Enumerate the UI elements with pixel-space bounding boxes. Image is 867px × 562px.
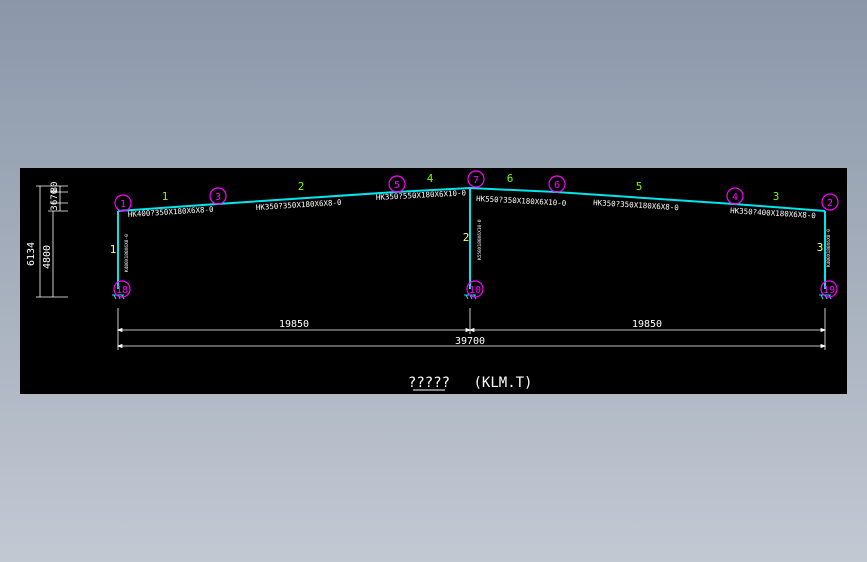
dim-span-right: 19850 <box>632 319 662 330</box>
column-section-label: K400X180X6X8-0 <box>826 229 832 267</box>
node-label: 2 <box>827 198 833 209</box>
member-number: 2 <box>298 180 305 193</box>
column-section-label: K400X180X6X8-0 <box>124 234 130 272</box>
dim-span-total: 39700 <box>455 336 485 347</box>
node-label: 3 <box>215 192 221 203</box>
member-number: 4 <box>427 172 434 185</box>
dim-span-left: 19850 <box>279 319 309 330</box>
frame-members <box>117 187 826 289</box>
section-label: HK350?550X180X6X10-0 <box>376 188 467 202</box>
node-label: 18 <box>116 285 128 296</box>
column-number: 2 <box>463 231 470 244</box>
dim-height-rise-3: 80 <box>50 182 60 193</box>
section-label: HK400?350X180X6X8-0 <box>128 205 215 219</box>
drawing-title: ????? <box>408 375 450 391</box>
member-number: 5 <box>636 180 643 193</box>
node-label: 4 <box>732 192 738 203</box>
dim-height-eave: 4800 <box>42 245 53 269</box>
member-number: 3 <box>773 190 780 203</box>
node-circles <box>113 170 839 298</box>
node-label: 5 <box>394 180 400 191</box>
member-number: 1 <box>162 190 169 203</box>
drawing-subtitle: (KLM.T) <box>473 375 532 391</box>
node-label: 6 <box>554 180 560 191</box>
portal-frame-drawing: 6134 4800 3 6 7 6 80 1 3 5 7 6 4 2 18 10 1… <box>26 170 839 391</box>
dim-height-total: 6134 <box>26 242 37 266</box>
section-labels: HK400?350X180X6X8-0 HK350?350X180X6X8-0 … <box>128 188 817 220</box>
node-label: 10 <box>469 285 481 296</box>
member-number: 6 <box>507 172 514 185</box>
node-label: 19 <box>823 285 835 296</box>
section-label: HK350?400X180X6X8-0 <box>730 206 817 220</box>
column-number: 1 <box>110 243 117 256</box>
column-section-label: K550X180X6X10-0 <box>477 219 483 260</box>
column-number: 3 <box>817 241 824 254</box>
section-label: HK550?350X180X6X10-0 <box>476 194 567 208</box>
column-section-labels: K400X180X6X8-0 K550X180X6X10-0 K400X180X… <box>124 219 832 272</box>
node-label: 7 <box>473 175 479 186</box>
node-label: 1 <box>120 199 126 210</box>
cad-drawing-viewport[interactable]: 6134 4800 3 6 7 6 80 1 3 5 7 6 4 2 18 10 1… <box>20 168 847 394</box>
column-numbers: 1 2 3 <box>110 231 824 256</box>
